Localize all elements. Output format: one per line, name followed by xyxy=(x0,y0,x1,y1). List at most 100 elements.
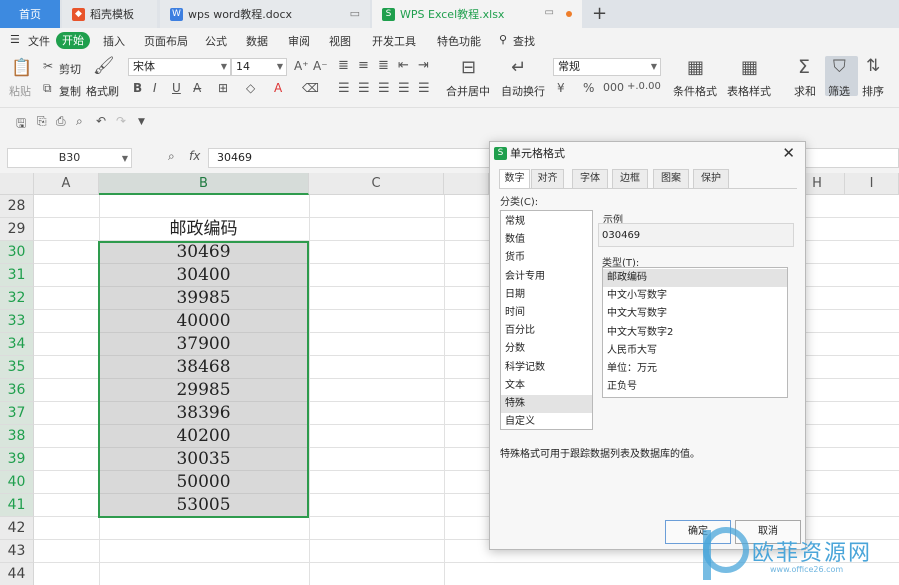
align-center-icon[interactable]: ☰ xyxy=(358,81,370,96)
category-item[interactable]: 文本 xyxy=(501,377,592,395)
type-item[interactable]: 人民币大写 xyxy=(603,342,787,360)
category-item[interactable]: 特殊 xyxy=(501,395,592,413)
tab-docer-templates[interactable]: ◆ 稻壳模板 xyxy=(62,0,157,28)
font-grow-icon[interactable]: A⁺ xyxy=(294,59,309,73)
column-header-i[interactable]: I xyxy=(845,173,899,195)
row-header[interactable]: 38 xyxy=(0,425,34,448)
scissors-icon[interactable]: ✂ xyxy=(43,59,53,73)
menu-dev-tools[interactable]: 开发工具 xyxy=(372,33,416,49)
wrap-text-button[interactable]: 自动换行 xyxy=(501,83,545,99)
row-header[interactable]: 44 xyxy=(0,563,34,585)
wrap-text-icon[interactable]: ↵ xyxy=(511,57,526,78)
format-painter-icon[interactable]: 🖌 xyxy=(93,56,115,76)
type-item[interactable]: 单位：万元 xyxy=(603,360,787,378)
align-bottom-icon[interactable]: ≣ xyxy=(378,58,389,73)
category-item[interactable]: 分数 xyxy=(501,340,592,358)
tab-alignment[interactable]: 对齐 xyxy=(531,169,564,188)
italic-icon[interactable]: I xyxy=(153,81,157,95)
font-size-select[interactable]: 14 ▼ xyxy=(231,58,287,76)
table-style-icon[interactable]: ▦ xyxy=(741,57,758,78)
clear-format-icon[interactable]: ⌫ xyxy=(302,81,319,95)
search-icon[interactable]: ⚲ xyxy=(499,33,507,46)
font-shrink-icon[interactable]: A⁻ xyxy=(313,59,328,73)
column-header-hidden[interactable] xyxy=(444,173,489,195)
new-tab-plus-icon[interactable]: + xyxy=(592,3,607,24)
category-item[interactable]: 百分比 xyxy=(501,322,592,340)
zoom-search-icon[interactable]: ⌕ xyxy=(168,149,175,164)
type-item[interactable]: 中文大写数字2 xyxy=(603,324,787,342)
customize-chevron-down-icon[interactable]: ▼ xyxy=(138,117,145,127)
decimal-decrease-icon[interactable]: .00 xyxy=(645,81,661,92)
align-right-icon[interactable]: ☰ xyxy=(378,81,390,96)
close-icon[interactable]: ✕ xyxy=(782,144,795,162)
type-item[interactable]: 邮政编码 xyxy=(603,269,787,287)
export-icon[interactable]: ⎘ xyxy=(37,114,47,129)
tab-protection[interactable]: 保护 xyxy=(693,169,729,188)
redo-icon[interactable]: ↷ xyxy=(116,114,126,128)
align-left-icon[interactable]: ☰ xyxy=(338,81,350,96)
strikethrough-icon[interactable]: A̶ xyxy=(193,81,201,95)
column-header-c[interactable]: C xyxy=(309,173,444,195)
indent-increase-icon[interactable]: ⇥ xyxy=(418,58,429,73)
name-box[interactable]: B30 ▼ xyxy=(7,148,132,168)
column-header-b[interactable]: B xyxy=(99,173,309,195)
bold-icon[interactable]: B xyxy=(133,81,142,95)
border-icon[interactable]: ⊞ xyxy=(218,81,228,95)
currency-icon[interactable]: ¥ xyxy=(557,81,565,95)
category-item[interactable]: 数值 xyxy=(501,231,592,249)
type-item[interactable]: 正负号 xyxy=(603,378,787,396)
undo-icon[interactable]: ↶ xyxy=(96,114,106,128)
align-top-icon[interactable]: ≣ xyxy=(338,58,349,73)
print-icon[interactable]: ⎙ xyxy=(56,114,66,129)
fx-icon[interactable]: fx xyxy=(189,149,200,163)
row-header[interactable]: 39 xyxy=(0,448,34,471)
tab-monitor-icon[interactable]: ▭ xyxy=(350,7,360,20)
underline-icon[interactable]: U xyxy=(172,81,181,95)
justify-icon[interactable]: ☰ xyxy=(398,81,410,96)
fill-color-icon[interactable]: ◇ xyxy=(246,81,255,95)
tab-pattern[interactable]: 图案 xyxy=(653,169,689,188)
hamburger-menu-icon[interactable]: ☰ xyxy=(10,33,20,46)
font-color-icon[interactable]: A xyxy=(274,81,282,95)
row-header[interactable]: 29 xyxy=(0,218,34,241)
menu-data[interactable]: 数据 xyxy=(246,33,268,49)
menu-search[interactable]: 查找 xyxy=(513,33,535,49)
table-style-button[interactable]: 表格样式 xyxy=(727,83,771,99)
tab-excel-doc[interactable]: S WPS Excel教程.xlsx ▭ xyxy=(372,0,582,28)
merge-center-button[interactable]: 合并居中 xyxy=(446,83,490,99)
category-item[interactable]: 自定义 xyxy=(501,413,592,431)
row-header[interactable]: 36 xyxy=(0,379,34,402)
conditional-format-button[interactable]: 条件格式 xyxy=(673,83,717,99)
row-header[interactable]: 34 xyxy=(0,333,34,356)
category-item[interactable]: 常规 xyxy=(501,213,592,231)
column-header-a[interactable]: A xyxy=(34,173,99,195)
tab-word-doc[interactable]: W wps word教程.docx ▭ xyxy=(160,0,370,28)
filter-button[interactable]: ⛉ 筛选 xyxy=(825,56,858,98)
row-header[interactable]: 42 xyxy=(0,517,34,540)
distribute-icon[interactable]: ☰ xyxy=(418,81,430,96)
copy-icon[interactable]: ⧉ xyxy=(43,81,52,96)
type-item[interactable]: 中文大写数字 xyxy=(603,305,787,323)
copy-button[interactable]: 复制 xyxy=(59,83,81,99)
save-icon[interactable]: 🖫 xyxy=(16,114,26,135)
category-item[interactable]: 货币 xyxy=(501,249,592,267)
cut-button[interactable]: 剪切 xyxy=(59,61,81,77)
print-preview-icon[interactable]: ⌕ xyxy=(76,114,83,129)
row-header[interactable]: 28 xyxy=(0,195,34,218)
select-all-corner[interactable] xyxy=(0,173,34,195)
row-header[interactable]: 41 xyxy=(0,494,34,517)
align-middle-icon[interactable]: ≡ xyxy=(358,58,369,73)
row-header[interactable]: 43 xyxy=(0,540,34,563)
menu-special[interactable]: 特色功能 xyxy=(437,33,481,49)
format-painter-button[interactable]: 格式刷 xyxy=(86,83,119,99)
category-list[interactable]: 常规 数值 货币 会计专用 日期 时间 百分比 分数 科学记数 文本 特殊 自定义 xyxy=(500,210,593,430)
indent-decrease-icon[interactable]: ⇤ xyxy=(398,58,409,73)
tab-number[interactable]: 数字 xyxy=(499,169,530,189)
sum-button[interactable]: 求和 xyxy=(794,83,816,99)
menu-formula[interactable]: 公式 xyxy=(205,33,227,49)
thousands-icon[interactable]: 000 xyxy=(603,81,624,94)
tab-home[interactable]: 首页 xyxy=(0,0,60,28)
tab-border[interactable]: 边框 xyxy=(612,169,648,188)
menu-review[interactable]: 审阅 xyxy=(288,33,310,49)
merge-center-icon[interactable]: ⊟ xyxy=(461,57,476,78)
